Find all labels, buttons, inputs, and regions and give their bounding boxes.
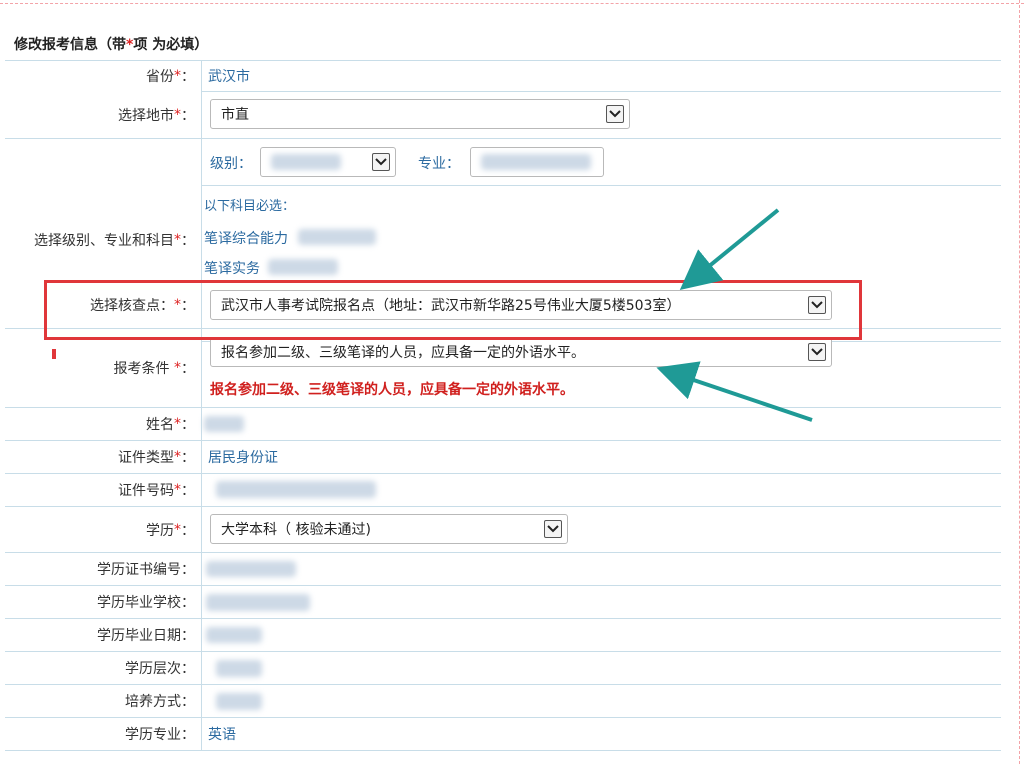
arrow-to-condition — [656, 361, 813, 422]
arrow-to-checkpoint — [679, 208, 780, 291]
annotation-arrows — [656, 208, 813, 422]
form-page: 修改报考信息（带*项 为必填） 省份 *： 武汉市 选择地市 *： 市直 选择级别、… — [0, 0, 1024, 764]
